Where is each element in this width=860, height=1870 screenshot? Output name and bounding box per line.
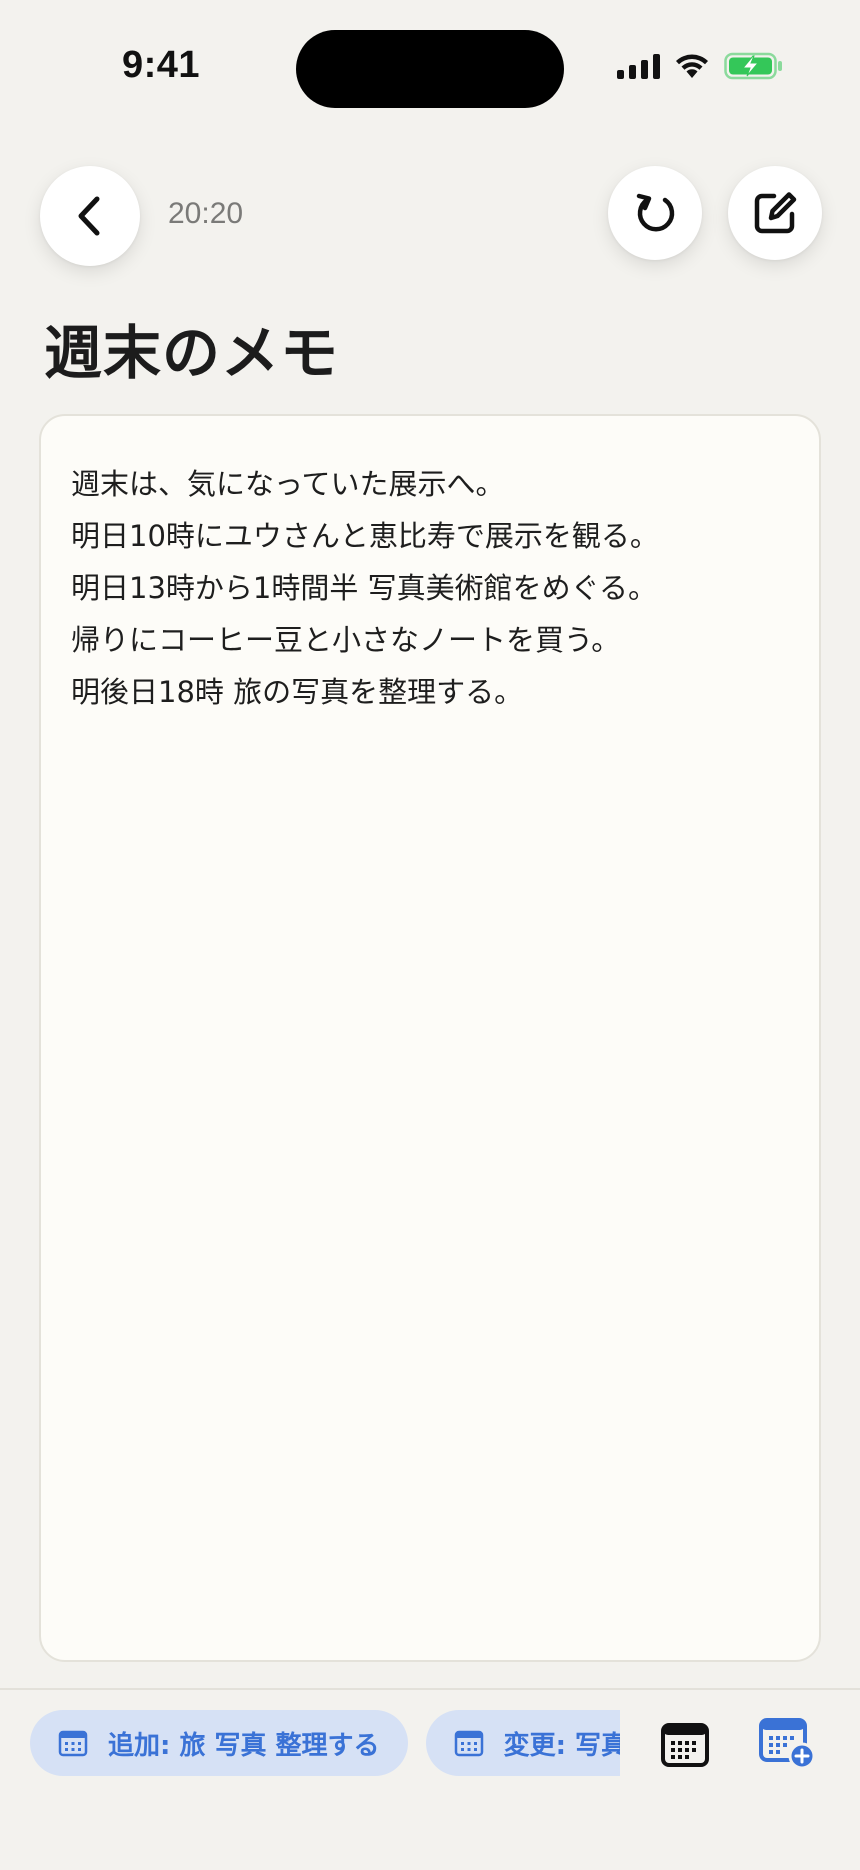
undo-button[interactable]	[608, 166, 702, 260]
dynamic-island	[296, 30, 564, 108]
calendar-icon	[661, 1723, 709, 1767]
note-line: 明後日18時 旅の写真を整理する。	[71, 675, 524, 709]
back-button[interactable]	[40, 166, 140, 266]
calendar-button[interactable]	[650, 1710, 720, 1780]
wifi-icon	[676, 54, 708, 78]
note-line: 明日10時にユウさんと恵比寿で展示を観る。	[71, 519, 659, 553]
chip-label: 追加: 旅 写真 整理する	[108, 1730, 380, 1761]
status-time: 9:41	[122, 44, 201, 86]
calendar-add-icon	[759, 1718, 816, 1770]
add-calendar-event-button[interactable]	[752, 1708, 822, 1778]
chip-label: 変更: 写真美術館をめぐる	[503, 1730, 620, 1761]
calendar-icon	[454, 1730, 483, 1757]
compose-button[interactable]	[728, 166, 822, 260]
cellular-signal-icon	[617, 53, 660, 79]
bottom-action-bar: 追加: 旅 写真 整理する 変更: 写真美術館をめぐる	[0, 1688, 860, 1870]
change-event-chip[interactable]: 変更: 写真美術館をめぐる	[425, 1710, 620, 1776]
status-icons	[617, 52, 784, 80]
calendar-icon	[58, 1730, 88, 1757]
note-line: 帰りにコーヒー豆と小さなノートを買う。	[71, 623, 621, 657]
compose-icon	[754, 192, 797, 234]
note-line: 週末は、気になっていた展示へ。	[71, 467, 505, 501]
note-editor[interactable]: 週末は、気になっていた展示へ。 明日10時にユウさんと恵比寿で展示を観る。 明日…	[39, 414, 821, 1662]
add-event-chip[interactable]: 追加: 旅 写真 整理する	[30, 1710, 408, 1776]
chevron-left-icon	[78, 196, 100, 236]
last-edited-time: 20:20	[168, 197, 244, 230]
note-line: 明日13時から1時間半 写真美術館をめぐる。	[71, 571, 657, 605]
undo-icon	[636, 193, 675, 232]
status-bar: 9:41	[0, 0, 860, 140]
page-title: 週末のメモ	[44, 319, 340, 387]
suggestion-chip-scroller[interactable]: 追加: 旅 写真 整理する 変更: 写真美術館をめぐる	[30, 1710, 620, 1780]
battery-charging-icon	[724, 52, 782, 80]
